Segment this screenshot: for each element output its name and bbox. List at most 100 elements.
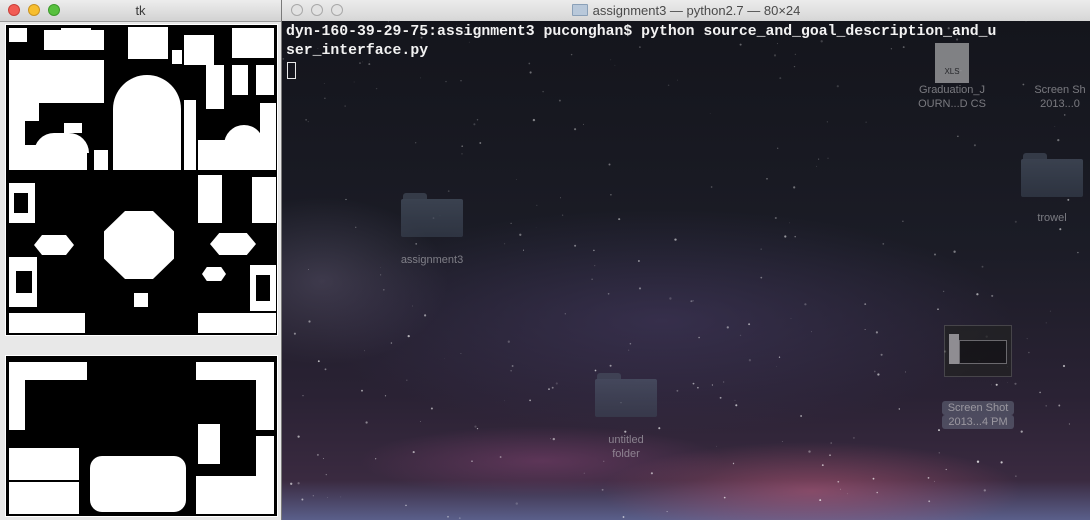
icon-label: Screen Sh <box>1034 84 1086 96</box>
screenshot-thumbnail-icon <box>944 325 1012 377</box>
star <box>711 384 713 386</box>
desktop-folder-untitled[interactable]: untitled folder <box>576 373 676 461</box>
star <box>1025 21 1027 22</box>
star <box>558 99 561 102</box>
star <box>821 464 824 467</box>
star <box>781 441 783 442</box>
obstacle <box>9 28 27 42</box>
star <box>528 62 531 65</box>
world-map-canvas-lower[interactable] <box>5 355 278 517</box>
star <box>942 290 945 293</box>
star <box>583 472 585 474</box>
star <box>739 334 742 337</box>
star <box>1045 322 1047 324</box>
obstacle <box>34 133 89 153</box>
obstacle <box>256 65 274 95</box>
star <box>407 334 410 338</box>
obstacle <box>232 28 274 58</box>
folder-icon <box>1021 153 1083 197</box>
star <box>510 222 512 225</box>
star <box>719 396 722 399</box>
star <box>430 407 433 410</box>
icon-label: Graduation_J <box>918 84 986 96</box>
obstacle <box>172 50 182 64</box>
star <box>460 80 462 82</box>
terminal-output[interactable]: dyn-160-39-29-75:assignment3 puconghan$ … <box>286 23 1086 61</box>
star <box>674 238 677 241</box>
tk-window-title: tk <box>135 3 146 18</box>
obstacle <box>198 175 222 223</box>
star <box>419 421 421 422</box>
star <box>476 427 479 430</box>
star <box>836 85 839 88</box>
star <box>293 332 296 335</box>
star <box>748 359 752 362</box>
desktop-folder-trowel[interactable]: trowel <box>1012 153 1090 225</box>
star <box>471 460 473 462</box>
star <box>312 495 314 497</box>
star <box>473 123 476 126</box>
folder-icon <box>571 4 588 16</box>
star <box>945 468 947 471</box>
star <box>692 300 694 302</box>
star <box>698 336 700 339</box>
star <box>532 118 536 122</box>
desktop-file-screenshot-selected[interactable]: Screen Shot 2013...4 PM <box>926 325 1030 429</box>
obstacle <box>9 380 25 430</box>
obstacle <box>256 436 274 476</box>
star <box>380 274 382 276</box>
star <box>837 480 840 483</box>
icon-label: folder <box>612 448 640 460</box>
star <box>1062 364 1066 368</box>
icon-label: Screen Shot <box>941 401 1015 415</box>
icon-label: 2013...4 PM <box>942 415 1014 429</box>
desktop-folder-assignment3[interactable]: assignment3 <box>382 193 482 267</box>
star <box>282 58 285 60</box>
star <box>594 265 596 267</box>
star <box>424 314 427 317</box>
star <box>542 90 544 93</box>
obstacle <box>260 103 276 143</box>
star <box>818 158 820 160</box>
star <box>353 81 355 83</box>
star <box>499 456 502 458</box>
star <box>359 62 361 64</box>
star <box>1015 475 1017 477</box>
terminal-line: ser_interface.py <box>286 43 429 59</box>
star <box>882 243 885 245</box>
star <box>898 408 900 410</box>
star <box>864 329 866 331</box>
star <box>1077 251 1079 254</box>
world-map-canvas[interactable] <box>5 24 278 336</box>
star <box>827 157 829 160</box>
obstacle <box>34 235 74 255</box>
star <box>776 365 777 367</box>
star <box>716 445 717 447</box>
star <box>766 177 768 180</box>
star <box>669 297 672 300</box>
star <box>638 287 642 290</box>
star <box>591 278 593 281</box>
star <box>560 197 561 199</box>
star <box>928 500 931 503</box>
star <box>811 331 812 333</box>
terminal-titlebar[interactable]: assignment3 — python2.7 — 80×24 <box>282 0 1090 22</box>
star <box>510 370 512 372</box>
obstacle <box>128 27 168 59</box>
obstacle <box>9 105 25 145</box>
star <box>637 260 640 262</box>
star <box>666 511 668 513</box>
tk-titlebar[interactable]: tk <box>0 0 281 22</box>
obstacle <box>196 362 274 380</box>
star <box>324 368 327 371</box>
star <box>519 233 522 236</box>
star <box>852 436 855 439</box>
star <box>1054 126 1056 127</box>
star <box>1020 430 1023 433</box>
star <box>628 349 630 351</box>
star <box>793 65 796 68</box>
star <box>723 381 725 383</box>
star <box>608 163 611 166</box>
star <box>607 292 610 295</box>
star <box>302 395 304 397</box>
